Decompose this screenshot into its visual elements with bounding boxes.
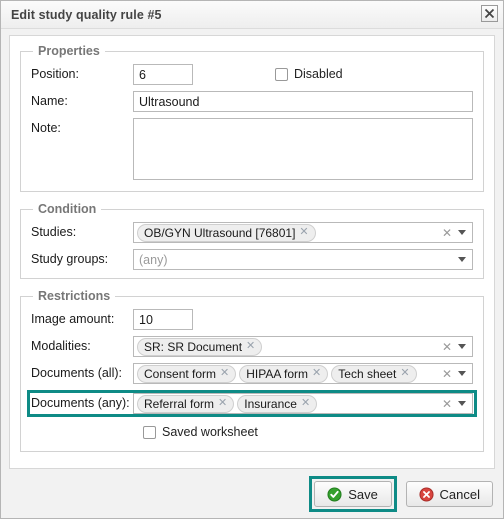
save-button[interactable]: Save: [313, 481, 392, 507]
tag-label: OB/GYN Ultrasound [76801]: [144, 225, 296, 240]
tag-remove-icon[interactable]: ✕: [218, 398, 227, 409]
tag-remove-icon[interactable]: ✕: [220, 368, 229, 379]
studies-select[interactable]: OB/GYN Ultrasound [76801] ✕ ✕: [133, 222, 473, 243]
tag-label: HIPAA form: [246, 366, 309, 381]
modalities-label: Modalities:: [31, 339, 91, 353]
tag-chip[interactable]: Tech sheet ✕: [331, 364, 417, 383]
form-panel: Properties Position: Disabled Name:: [9, 35, 495, 469]
close-icon[interactable]: [481, 5, 498, 22]
disabled-checkbox-box[interactable]: [275, 68, 288, 81]
properties-legend: Properties: [38, 44, 100, 58]
saved-worksheet-label: Saved worksheet: [162, 425, 258, 439]
row-saved-worksheet: Saved worksheet: [31, 422, 473, 443]
cancel-button[interactable]: Cancel: [405, 481, 493, 507]
name-label: Name:: [31, 94, 68, 108]
note-textarea[interactable]: [133, 118, 473, 180]
saved-worksheet-spacer: [31, 422, 133, 443]
properties-group: Properties Position: Disabled Name:: [20, 44, 484, 192]
tag-chip[interactable]: Insurance ✕: [237, 394, 318, 413]
documents-any-label: Documents (any):: [31, 396, 130, 410]
clear-icon[interactable]: ✕: [440, 337, 454, 356]
tag-label: SR: SR Document: [144, 339, 243, 354]
dialog-title: Edit study quality rule #5: [11, 7, 162, 22]
saved-worksheet-checkbox[interactable]: Saved worksheet: [143, 422, 258, 443]
study-groups-label: Study groups:: [31, 252, 109, 266]
tag-label: Tech sheet: [338, 366, 397, 381]
tag-remove-icon[interactable]: ✕: [301, 398, 310, 409]
dialog-footer: Save Cancel: [1, 470, 503, 518]
study-groups-placeholder: (any): [139, 252, 168, 267]
clear-icon[interactable]: ✕: [440, 394, 454, 413]
restrictions-legend: Restrictions: [38, 289, 111, 303]
cancel-button-label: Cancel: [439, 486, 480, 502]
documents-any-select[interactable]: Referral form ✕ Insurance ✕ ✕: [133, 393, 473, 414]
row-documents-all: Documents (all): Consent form ✕ HIPAA fo…: [31, 363, 473, 384]
clear-icon[interactable]: ✕: [440, 223, 454, 242]
save-button-label: Save: [348, 486, 378, 502]
row-name: Name:: [31, 91, 473, 112]
position-input[interactable]: [133, 64, 193, 85]
position-label: Position:: [31, 67, 79, 81]
chevron-down-icon[interactable]: [455, 250, 469, 269]
name-input[interactable]: [133, 91, 473, 112]
chevron-down-icon[interactable]: [455, 223, 469, 242]
restrictions-group: Restrictions Image amount: Modalities: S…: [20, 289, 484, 452]
chevron-down-icon[interactable]: [455, 337, 469, 356]
studies-label: Studies:: [31, 225, 77, 239]
row-study-groups: Study groups: (any): [31, 249, 473, 270]
dialog-titlebar: Edit study quality rule #5: [1, 1, 503, 29]
tag-chip[interactable]: Referral form ✕: [137, 394, 235, 413]
cancel-circle-icon: [419, 486, 434, 502]
tag-chip[interactable]: OB/GYN Ultrasound [76801] ✕: [137, 223, 316, 242]
tag-remove-icon[interactable]: ✕: [400, 368, 409, 379]
row-modalities: Modalities: SR: SR Document ✕ ✕: [31, 336, 473, 357]
image-amount-label: Image amount:: [31, 312, 115, 326]
row-image-amount: Image amount:: [31, 309, 473, 330]
row-note: Note:: [31, 118, 473, 183]
tag-remove-icon[interactable]: ✕: [246, 341, 255, 352]
save-button-highlight: Save: [308, 476, 397, 512]
image-amount-input[interactable]: [133, 309, 193, 330]
documents-all-select[interactable]: Consent form ✕ HIPAA form ✕ Tech sheet ✕: [133, 363, 473, 384]
tag-chip[interactable]: Consent form ✕: [137, 364, 237, 383]
tag-label: Consent form: [144, 366, 217, 381]
tag-label: Referral form: [144, 396, 215, 411]
tag-remove-icon[interactable]: ✕: [312, 368, 321, 379]
documents-all-label: Documents (all):: [31, 366, 122, 380]
note-label: Note:: [31, 121, 61, 135]
tag-chip[interactable]: SR: SR Document ✕: [137, 337, 263, 356]
disabled-checkbox[interactable]: Disabled: [275, 64, 343, 85]
chevron-down-icon[interactable]: [455, 394, 469, 413]
tag-remove-icon[interactable]: ✕: [299, 227, 308, 238]
tag-label: Insurance: [244, 396, 297, 411]
dialog-body: Properties Position: Disabled Name:: [1, 29, 503, 470]
row-position: Position: Disabled: [31, 64, 473, 85]
edit-rule-dialog: Edit study quality rule #5 Properties Po…: [0, 0, 504, 519]
tag-chip[interactable]: HIPAA form ✕: [239, 364, 329, 383]
row-studies: Studies: OB/GYN Ultrasound [76801] ✕ ✕: [31, 222, 473, 243]
condition-group: Condition Studies: OB/GYN Ultrasound [76…: [20, 202, 484, 279]
modalities-select[interactable]: SR: SR Document ✕ ✕: [133, 336, 473, 357]
disabled-label: Disabled: [294, 67, 343, 81]
check-circle-icon: [327, 486, 342, 502]
study-groups-select[interactable]: (any): [133, 249, 473, 270]
chevron-down-icon[interactable]: [455, 364, 469, 383]
saved-worksheet-checkbox-box[interactable]: [143, 426, 156, 439]
clear-icon[interactable]: ✕: [440, 364, 454, 383]
condition-legend: Condition: [38, 202, 97, 216]
row-documents-any: Documents (any): Referral form ✕ Insuran…: [27, 390, 477, 417]
